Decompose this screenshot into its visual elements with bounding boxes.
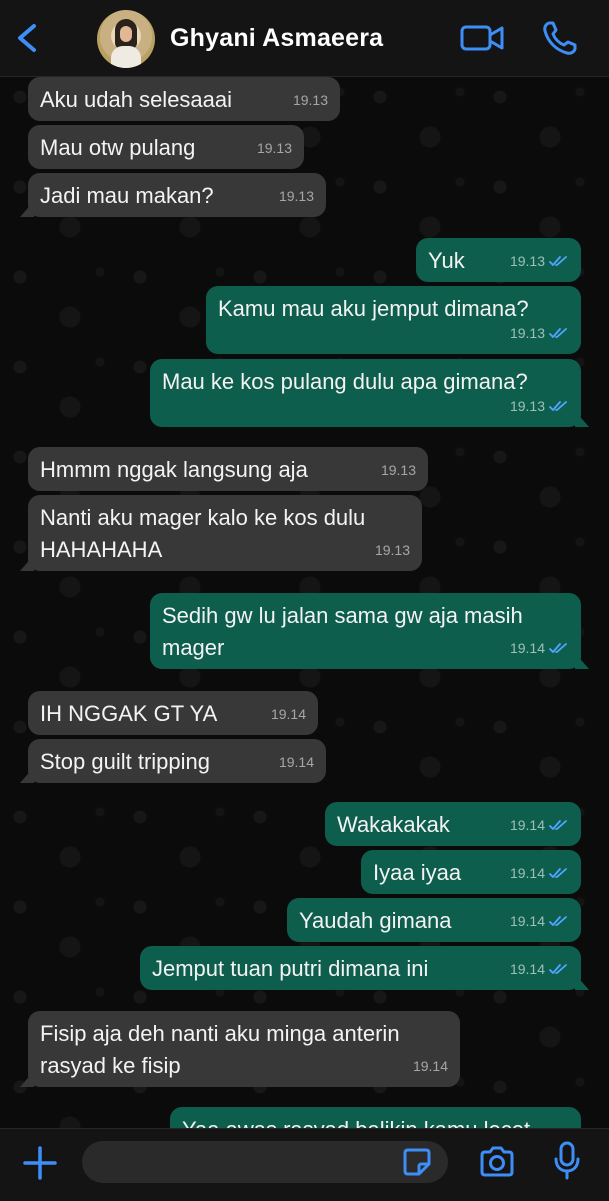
message-text: Mau ke kos pulang dulu apa gimana?	[162, 369, 528, 394]
message-text: Yaa awas rasyad balikin kamu lecet	[182, 1114, 569, 1128]
back-chevron-icon[interactable]	[8, 18, 48, 58]
message-text: IH NGGAK GT YA	[40, 701, 218, 726]
message-text: Sedih gw lu jalan sama gw aja masih mage…	[162, 603, 529, 660]
message-time: 19.13	[509, 325, 545, 341]
message-time: 19.13	[278, 188, 314, 204]
incoming-message-bubble[interactable]: Hmmm nggak langsung aja 19.13	[28, 447, 428, 491]
message-meta: 19.13	[510, 317, 569, 349]
read-receipt-icon	[549, 820, 567, 830]
contact-avatar[interactable]	[97, 10, 155, 68]
message-time: 19.13	[509, 398, 545, 414]
read-receipt-icon	[549, 256, 567, 266]
outgoing-message-bubble[interactable]: Jemput tuan putri dimana ini 19.14	[140, 946, 589, 990]
contact-name[interactable]: Ghyani Asmaeera	[170, 24, 383, 53]
incoming-message-bubble[interactable]: Aku udah selesaaai 19.13	[28, 77, 340, 121]
incoming-message-bubble[interactable]: Jadi mau makan? 19.13	[20, 173, 326, 217]
message-meta: 19.14	[510, 905, 569, 937]
outgoing-message-bubble[interactable]: Sedih gw lu jalan sama gw aja masih mage…	[150, 593, 589, 669]
outgoing-message-bubble[interactable]: Yuk 19.13	[416, 238, 581, 282]
message-time: 19.13	[509, 253, 545, 269]
incoming-message-bubble[interactable]: Stop guilt tripping 19.14	[20, 739, 326, 783]
message-time: 19.13	[292, 92, 328, 108]
outgoing-message-bubble[interactable]: Yaa awas rasyad balikin kamu lecet	[170, 1107, 581, 1128]
message-time: 19.14	[509, 640, 545, 656]
message-text: Fisip aja deh nanti aku minga anterin ra…	[40, 1021, 406, 1078]
message-meta: 19.13	[510, 390, 569, 422]
message-time: 19.14	[509, 961, 545, 977]
message-meta: 19.14	[510, 632, 569, 664]
video-call-icon[interactable]	[459, 20, 505, 56]
message-text: Jemput tuan putri dimana ini	[152, 956, 429, 981]
message-time: 19.14	[509, 913, 545, 929]
message-text: Hmmm nggak langsung aja	[40, 457, 308, 482]
camera-icon[interactable]	[478, 1145, 516, 1179]
incoming-message-bubble[interactable]: Fisip aja deh nanti aku minga anterin ra…	[20, 1011, 460, 1087]
message-meta: 19.13	[375, 534, 410, 566]
message-time: 19.13	[374, 542, 410, 558]
message-text: Jadi mau makan?	[40, 183, 214, 208]
message-meta: 19.14	[510, 809, 569, 841]
message-meta: 19.14	[510, 953, 569, 985]
message-meta: 19.13	[257, 132, 292, 164]
message-meta: 19.13	[381, 454, 416, 486]
message-meta: 19.14	[271, 698, 306, 730]
message-text: Mau otw pulang	[40, 135, 196, 160]
incoming-message-bubble[interactable]: Nanti aku mager kalo ke kos dulu HAHAHAH…	[20, 495, 422, 571]
message-text: Nanti aku mager kalo ke kos dulu HAHAHAH…	[40, 505, 372, 562]
outgoing-message-bubble[interactable]: Kamu mau aku jemput dimana? 19.13	[206, 286, 581, 354]
message-time: 19.14	[412, 1058, 448, 1074]
outgoing-message-bubble[interactable]: Yaudah gimana 19.14	[287, 898, 581, 942]
read-receipt-icon	[549, 868, 567, 878]
message-time: 19.14	[509, 865, 545, 881]
composer-bar	[0, 1128, 609, 1201]
message-time: 19.13	[380, 462, 416, 478]
read-receipt-icon	[549, 328, 567, 338]
read-receipt-icon	[549, 964, 567, 974]
message-meta: 19.14	[510, 857, 569, 889]
message-text: Aku udah selesaaai	[40, 87, 233, 112]
message-list[interactable]: Aku udah selesaaai 19.13 Mau otw pulang 19.…	[0, 77, 609, 1128]
message-meta: 19.14	[413, 1050, 448, 1082]
outgoing-message-bubble[interactable]: Mau ke kos pulang dulu apa gimana? 19.13	[150, 359, 589, 427]
outgoing-message-bubble[interactable]: Iyaa iyaa 19.14	[361, 850, 581, 894]
message-text: Stop guilt tripping	[40, 749, 210, 774]
outgoing-message-bubble[interactable]: Wakakakak 19.14	[325, 802, 581, 846]
read-receipt-icon	[549, 401, 567, 411]
message-time: 19.14	[270, 706, 306, 722]
message-meta: 19.13	[279, 180, 314, 212]
message-time: 19.14	[509, 817, 545, 833]
incoming-message-bubble[interactable]: IH NGGAK GT YA 19.14	[28, 691, 318, 735]
incoming-message-bubble[interactable]: Mau otw pulang 19.13	[28, 125, 304, 169]
message-meta: 19.13	[510, 245, 569, 277]
message-meta: 19.13	[293, 84, 328, 116]
read-receipt-icon	[549, 916, 567, 926]
message-time: 19.13	[256, 140, 292, 156]
message-time: 19.14	[278, 754, 314, 770]
sticker-icon[interactable]	[402, 1147, 432, 1177]
phone-call-icon[interactable]	[540, 18, 580, 58]
message-meta: 19.14	[279, 746, 314, 778]
microphone-icon[interactable]	[552, 1141, 582, 1181]
read-receipt-icon	[549, 643, 567, 653]
chat-header: Ghyani Asmaeera	[0, 0, 609, 77]
message-input[interactable]	[82, 1141, 448, 1183]
plus-icon[interactable]	[22, 1145, 58, 1181]
